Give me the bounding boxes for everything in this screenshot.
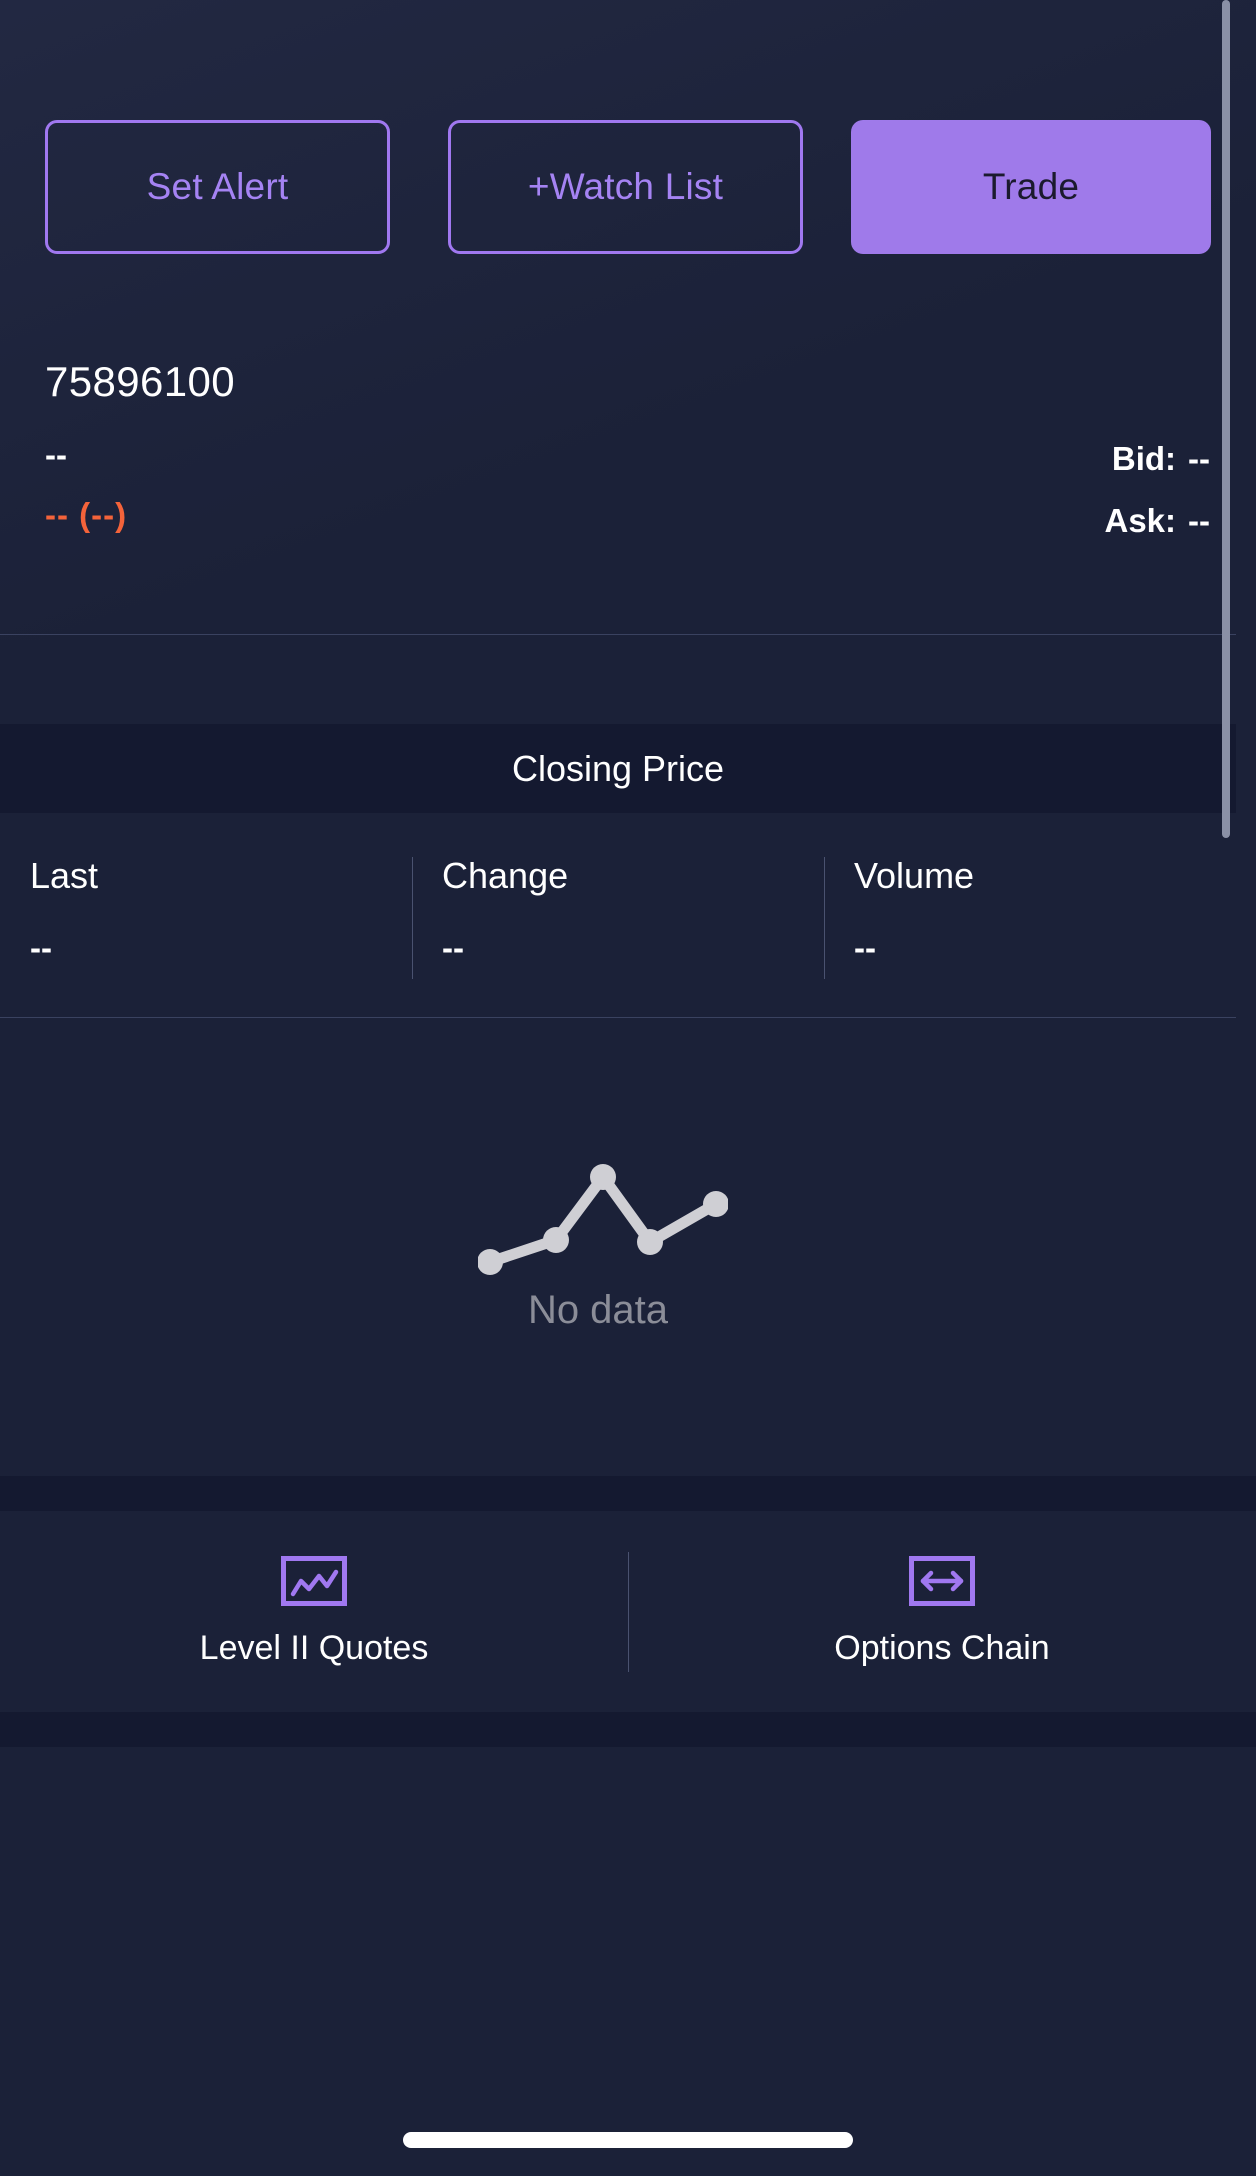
last-price-value: -- bbox=[45, 436, 67, 473]
trade-label: Trade bbox=[982, 166, 1080, 207]
background-sheen bbox=[0, 0, 1256, 640]
page-scrollbar-thumb[interactable] bbox=[1222, 0, 1230, 838]
stat-volume-value: -- bbox=[854, 929, 876, 966]
stock-detail-screen: Set Alert +Watch List Trade 75896100 -- … bbox=[0, 0, 1256, 2176]
quick-links-row: Level II Quotes Options Chain bbox=[0, 1511, 1256, 1712]
level-ii-quotes-link[interactable]: Level II Quotes bbox=[0, 1511, 628, 1712]
stat-change: Change -- bbox=[412, 855, 824, 995]
options-chain-link[interactable]: Options Chain bbox=[628, 1511, 1256, 1712]
line-chart-icon bbox=[281, 1555, 347, 1611]
stat-volume: Volume -- bbox=[824, 855, 1236, 995]
section-spacer-top bbox=[0, 1476, 1256, 1511]
ask-label: Ask: bbox=[1104, 502, 1177, 539]
level-ii-quotes-label: Level II Quotes bbox=[199, 1628, 429, 1667]
stat-last: Last -- bbox=[0, 855, 412, 995]
bid-value: -- bbox=[1188, 440, 1210, 477]
chart-empty-label: No data bbox=[527, 1288, 669, 1332]
watch-list-label: +Watch List bbox=[527, 166, 724, 207]
stat-volume-label: Volume bbox=[854, 855, 975, 896]
options-chain-label: Options Chain bbox=[834, 1628, 1050, 1667]
page-scrollbar-track[interactable] bbox=[1222, 0, 1243, 2176]
stat-change-value: -- bbox=[442, 929, 464, 966]
price-change-value: -- (--) bbox=[45, 496, 128, 533]
bid-ask-block: Bid: -- Ask: -- bbox=[1104, 428, 1210, 552]
set-alert-label: Set Alert bbox=[146, 166, 289, 207]
bid-label: Bid: bbox=[1111, 440, 1177, 477]
stat-last-value: -- bbox=[30, 929, 52, 966]
section-spacer-bottom bbox=[0, 1712, 1256, 1747]
quote-divider bbox=[0, 634, 1236, 635]
closing-stats-row: Last -- Change -- Volume -- bbox=[0, 855, 1236, 995]
stats-divider bbox=[0, 1017, 1236, 1018]
fifty-two-week-range: 52 week low (--/--/--) -- 52 week high (… bbox=[0, 1747, 1256, 2077]
ask-row: Ask: -- bbox=[1104, 490, 1210, 552]
left-right-arrow-icon bbox=[909, 1555, 975, 1611]
closing-price-banner: Closing Price bbox=[0, 724, 1236, 813]
action-button-row: Set Alert +Watch List Trade bbox=[0, 120, 1211, 254]
add-watch-list-button[interactable]: +Watch List bbox=[448, 120, 803, 254]
symbol-title: 75896100 bbox=[45, 358, 236, 405]
set-alert-button[interactable]: Set Alert bbox=[45, 120, 390, 254]
bid-row: Bid: -- bbox=[1104, 428, 1210, 490]
stat-last-label: Last bbox=[30, 855, 99, 896]
stat-change-label: Change bbox=[442, 855, 569, 896]
line-chart-placeholder-icon bbox=[477, 1162, 729, 1282]
home-indicator bbox=[403, 2132, 853, 2148]
ask-value: -- bbox=[1188, 502, 1210, 539]
closing-price-title: Closing Price bbox=[511, 747, 725, 789]
chart-empty-state: No data bbox=[0, 1020, 1236, 1475]
trade-button[interactable]: Trade bbox=[851, 120, 1211, 254]
